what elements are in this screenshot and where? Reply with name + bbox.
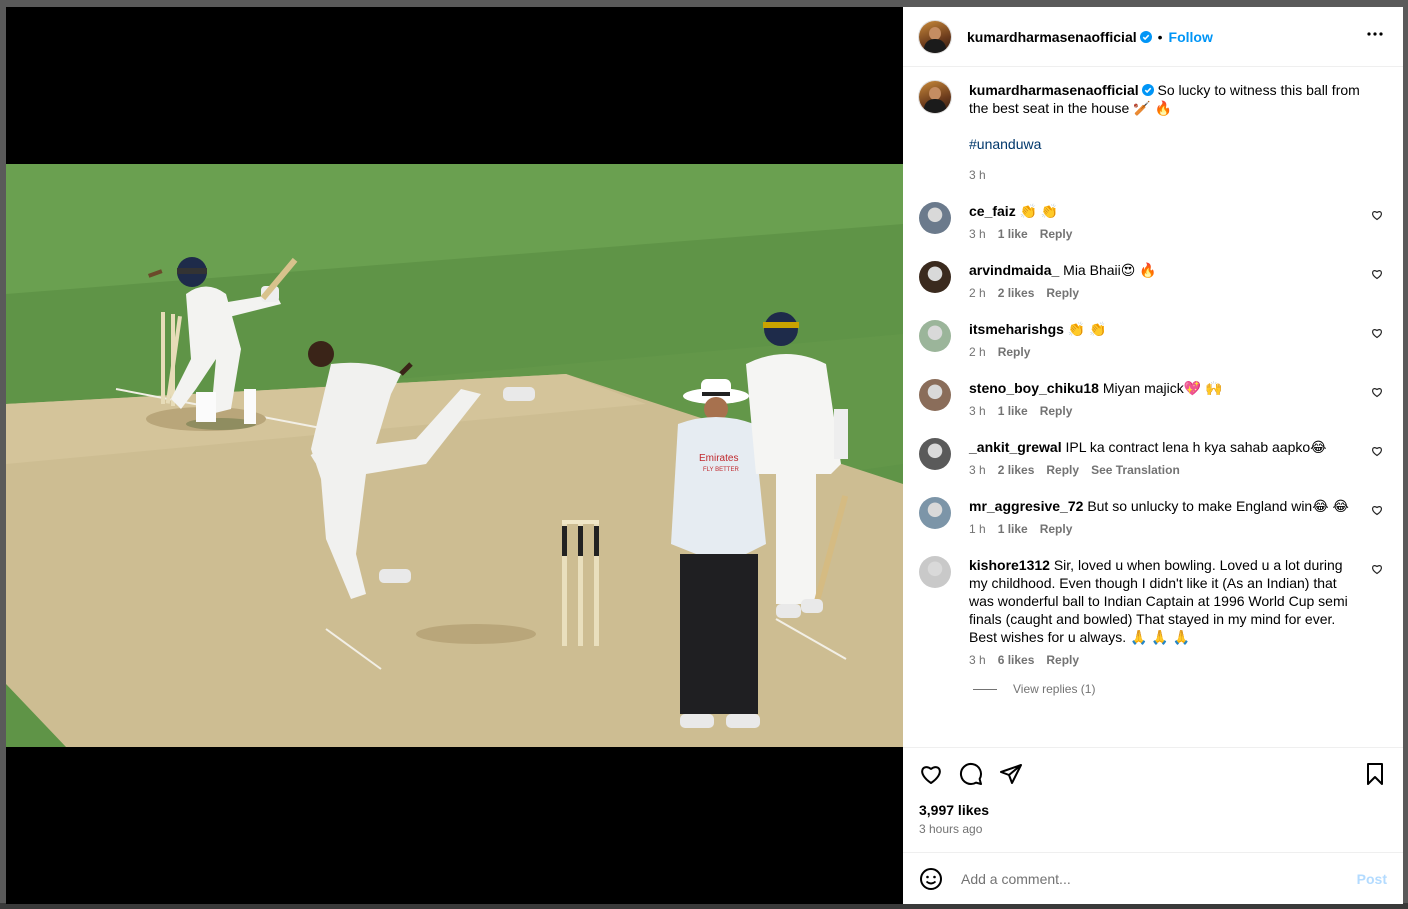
comment-likes[interactable]: 6 likes xyxy=(998,653,1035,667)
comment-time[interactable]: 3 h xyxy=(969,463,986,477)
follow-button[interactable]: Follow xyxy=(1169,29,1213,45)
see-translation-button[interactable]: See Translation xyxy=(1091,463,1180,477)
reply-button[interactable]: Reply xyxy=(1046,463,1079,477)
comment-likes[interactable]: 2 likes xyxy=(998,463,1035,477)
comment-likes[interactable]: 2 likes xyxy=(998,286,1035,300)
comment-like-heart-icon[interactable] xyxy=(1371,562,1383,580)
comment-time[interactable]: 3 h xyxy=(969,227,986,241)
svg-text:FLY BETTER: FLY BETTER xyxy=(703,467,739,473)
comment-row: _ankit_grewal IPL ka contract lena h kya… xyxy=(919,438,1387,478)
comment-like-heart-icon[interactable] xyxy=(1371,385,1383,403)
hashtag-link[interactable]: #unanduwa xyxy=(969,135,1369,153)
comment-likes[interactable]: 1 like xyxy=(998,404,1028,418)
post-timestamp[interactable]: 3 hours ago xyxy=(919,822,1387,836)
comment-text: 👏 👏 xyxy=(1067,321,1107,337)
comment-likes[interactable]: 1 like xyxy=(998,522,1028,536)
post-side-panel: kumardharmasenaofficial • Follow kumardh… xyxy=(903,7,1403,904)
caption: kumardharmasenaofficial So lucky to witn… xyxy=(919,81,1387,183)
post-comment-button[interactable]: Post xyxy=(1357,871,1387,887)
replies-line xyxy=(973,688,997,690)
comments-list[interactable]: kumardharmasenaofficial So lucky to witn… xyxy=(903,67,1403,747)
comment-bubble-icon[interactable] xyxy=(959,762,983,786)
reply-button[interactable]: Reply xyxy=(1040,227,1073,241)
add-comment-bar: Post xyxy=(903,852,1403,904)
like-heart-icon[interactable] xyxy=(919,762,943,786)
comment-like-heart-icon[interactable] xyxy=(1371,208,1383,226)
post-actions: 3,997 likes 3 hours ago xyxy=(903,747,1403,852)
commenter-username[interactable]: _ankit_grewal xyxy=(969,439,1062,455)
commenter-avatar[interactable] xyxy=(919,320,951,352)
caption-time[interactable]: 3 h xyxy=(969,168,986,182)
verified-badge-icon xyxy=(1141,84,1154,96)
comment-time[interactable]: 3 h xyxy=(969,653,986,667)
comment-row: itsmeharishgs 👏 👏 2 h Reply xyxy=(919,320,1387,360)
comment-likes[interactable]: 1 like xyxy=(998,227,1028,241)
post-media: Emirates FLY BETTER xyxy=(6,7,903,904)
caption-author-avatar[interactable] xyxy=(919,81,951,113)
commenter-avatar[interactable] xyxy=(919,261,951,293)
comment-like-heart-icon[interactable] xyxy=(1371,326,1383,344)
comment-time[interactable]: 2 h xyxy=(969,345,986,359)
comment-text: 👏 👏 xyxy=(1019,203,1059,219)
author-avatar[interactable] xyxy=(919,20,951,53)
comment-row: ce_faiz 👏 👏 3 h 1 like Reply xyxy=(919,202,1387,242)
comment-row: steno_boy_chiku18 Miyan majick💖 🙌 3 h 1 l… xyxy=(919,379,1387,419)
commenter-avatar[interactable] xyxy=(919,556,951,588)
commenter-avatar[interactable] xyxy=(919,497,951,529)
author-username[interactable]: kumardharmasenaofficial xyxy=(967,29,1137,45)
post-header: kumardharmasenaofficial • Follow xyxy=(903,7,1403,67)
commenter-username[interactable]: mr_aggresive_72 xyxy=(969,498,1083,514)
comment-time[interactable]: 3 h xyxy=(969,404,986,418)
share-paper-plane-icon[interactable] xyxy=(999,762,1023,786)
comment-row: kishore1312 Sir, loved u when bowling. L… xyxy=(919,556,1387,668)
comment-text: Mia Bhaii😍 🔥 xyxy=(1063,262,1157,278)
more-options-icon[interactable] xyxy=(1363,22,1387,51)
separator-dot: • xyxy=(1157,28,1163,45)
commenter-avatar[interactable] xyxy=(919,379,951,411)
commenter-username[interactable]: kishore1312 xyxy=(969,557,1050,573)
likes-count[interactable]: 3,997 likes xyxy=(919,802,1387,818)
view-replies-button[interactable]: View replies (1) xyxy=(973,682,1387,696)
commenter-username[interactable]: steno_boy_chiku18 xyxy=(969,380,1099,396)
verified-badge-icon xyxy=(1139,30,1152,43)
commenter-username[interactable]: itsmeharishgs xyxy=(969,321,1064,337)
reply-button[interactable]: Reply xyxy=(1040,522,1073,536)
view-replies-label: View replies (1) xyxy=(1013,682,1096,696)
post-modal: Emirates FLY BETTER kumardharmasenaoffic… xyxy=(6,7,1403,904)
svg-text:Emirates: Emirates xyxy=(699,453,738,464)
comment-row: arvindmaida_ Mia Bhaii😍 🔥 2 h 2 likes Repl… xyxy=(919,261,1387,301)
comment-text: But so unlucky to make England win😂 😂 xyxy=(1087,498,1349,514)
comment-like-heart-icon[interactable] xyxy=(1371,444,1383,462)
reply-button[interactable]: Reply xyxy=(998,345,1031,359)
comment-input[interactable] xyxy=(959,869,1357,888)
comment-text: Miyan majick💖 🙌 xyxy=(1102,380,1223,396)
cricket-photo-illustration: Emirates FLY BETTER xyxy=(6,164,903,747)
save-bookmark-icon[interactable] xyxy=(1363,762,1387,786)
comment-like-heart-icon[interactable] xyxy=(1371,503,1383,521)
caption-username[interactable]: kumardharmasenaofficial xyxy=(969,82,1139,98)
reply-button[interactable]: Reply xyxy=(1046,653,1079,667)
comment-text: IPL ka contract lena h kya sahab aapko😂 xyxy=(1065,439,1327,455)
commenter-username[interactable]: arvindmaida_ xyxy=(969,262,1059,278)
comment-time[interactable]: 2 h xyxy=(969,286,986,300)
comment-like-heart-icon[interactable] xyxy=(1371,267,1383,285)
reply-button[interactable]: Reply xyxy=(1046,286,1079,300)
reply-button[interactable]: Reply xyxy=(1040,404,1073,418)
commenter-avatar[interactable] xyxy=(919,202,951,234)
commenter-username[interactable]: ce_faiz xyxy=(969,203,1016,219)
comment-time[interactable]: 1 h xyxy=(969,522,986,536)
commenter-avatar[interactable] xyxy=(919,438,951,470)
post-photo[interactable]: Emirates FLY BETTER xyxy=(6,164,903,747)
emoji-smiley-icon[interactable] xyxy=(919,867,943,891)
comment-row: mr_aggresive_72 But so unlucky to make E… xyxy=(919,497,1387,537)
